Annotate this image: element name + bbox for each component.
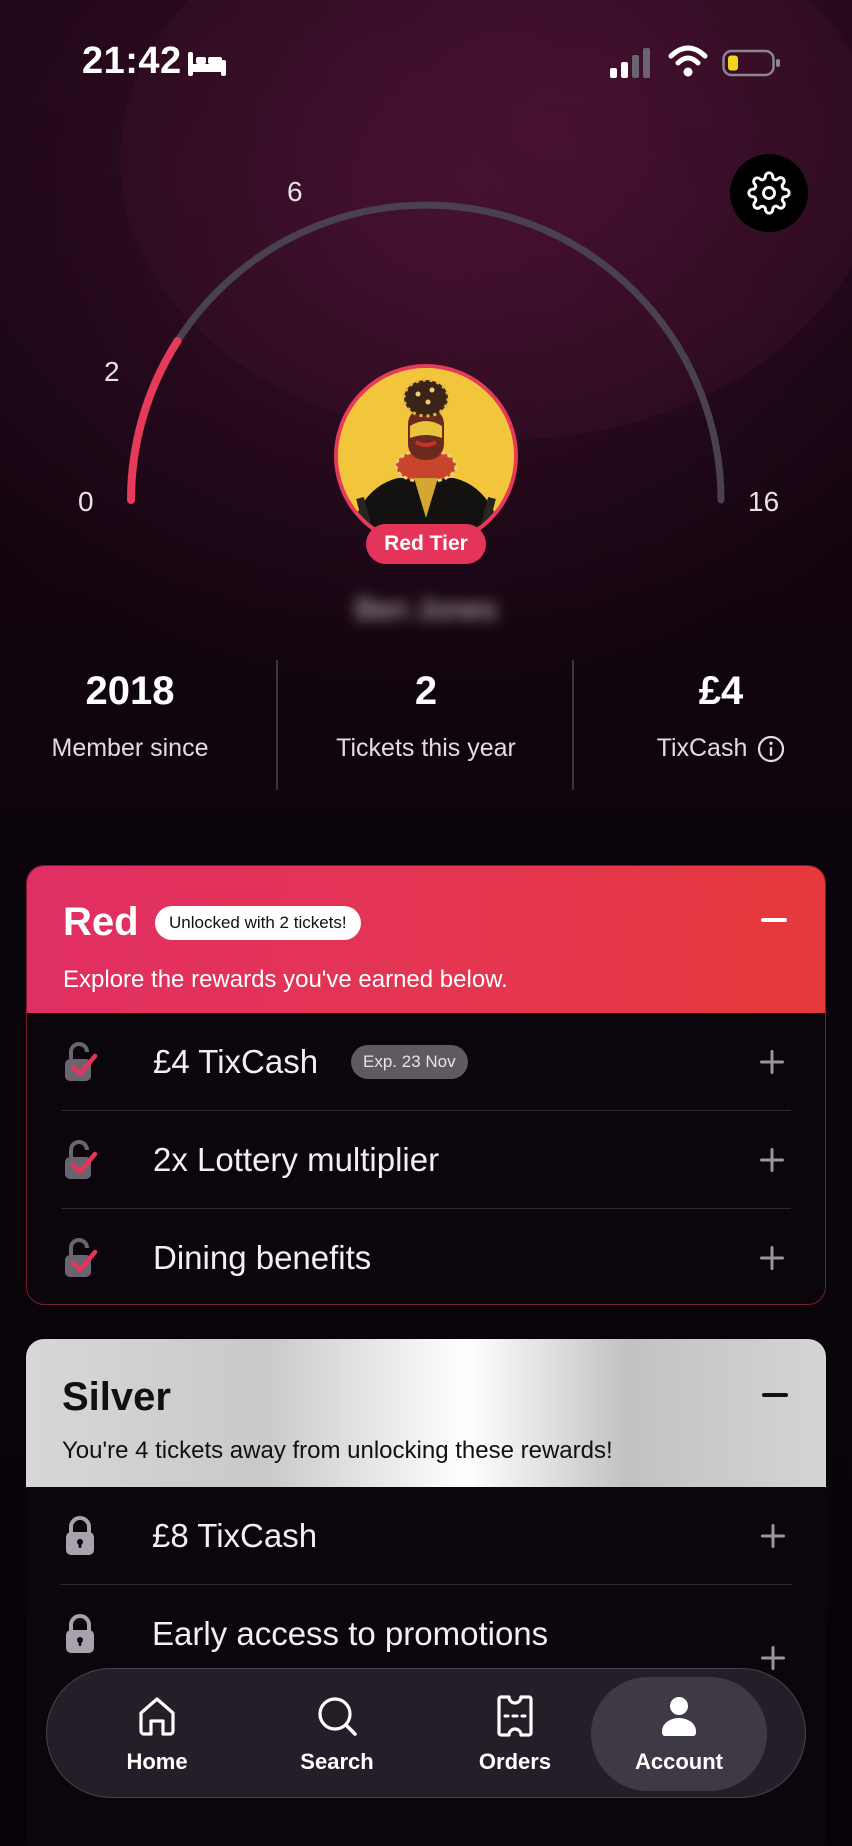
tier-subtitle: Explore the rewards you've earned below. [63, 966, 508, 993]
account-screen: 21:42 0 2 6 16 Red Tier Ben Jones 2018 M… [0, 0, 852, 1846]
stat-tixcash: £4 TixCash [581, 660, 852, 763]
silver-tier-header[interactable]: Silver You're 4 tickets away from unlock… [26, 1339, 826, 1487]
gauge-label-16: 16 [748, 486, 780, 517]
nav-home[interactable]: Home [69, 1677, 245, 1791]
red-tier-header[interactable]: Red Unlocked with 2 tickets! Explore the… [27, 866, 825, 1013]
bottom-nav: Home Search Orders Account [46, 1668, 806, 1798]
reward-row[interactable]: Dining benefits [61, 1209, 791, 1304]
reward-label: £8 TixCash [152, 1517, 318, 1554]
nav-label: Home [126, 1749, 188, 1774]
tier-title: Silver [62, 1375, 171, 1419]
status-bar: 21:42 [0, 0, 852, 120]
unlock-badge: Unlocked with 2 tickets! [155, 906, 361, 940]
stat-divider [572, 660, 574, 790]
gauge-label-6: 6 [287, 176, 303, 207]
tier-title: Red [63, 900, 139, 944]
user-name: Ben Jones [355, 593, 497, 626]
bed-icon [188, 52, 226, 76]
stat-label: Member since [51, 734, 209, 762]
reward-label: £4 TixCash [153, 1043, 319, 1080]
reward-label: Dining benefits [153, 1239, 372, 1276]
plus-icon[interactable] [759, 1049, 785, 1075]
gauge-progress-arc [127, 336, 182, 504]
stats-row: 2018 Member since 2 Tickets this year £4… [0, 660, 852, 790]
plus-icon[interactable] [760, 1645, 786, 1671]
nav-orders[interactable]: Orders [427, 1677, 603, 1791]
unlocked-check-icon [65, 1140, 98, 1179]
stat-value: 2018 [85, 669, 175, 713]
stat-value: 2 [414, 669, 438, 713]
tier-subtitle: You're 4 tickets away from unlocking the… [62, 1437, 613, 1464]
unlocked-check-icon [65, 1238, 98, 1277]
reward-row[interactable]: £8 TixCash [60, 1487, 792, 1585]
nav-label: Account [635, 1749, 723, 1774]
cellular-signal-icon [610, 48, 650, 78]
reward-row[interactable]: £4 TixCash Exp. 23 Nov [61, 1013, 791, 1111]
stat-label: TixCash [656, 734, 748, 762]
wifi-icon [668, 45, 708, 77]
nav-label: Search [300, 1749, 374, 1774]
info-icon[interactable] [757, 735, 785, 763]
collapse-icon[interactable] [762, 1393, 788, 1397]
search-icon [318, 1697, 357, 1736]
stat-member-since: 2018 Member since [0, 660, 270, 763]
ticket-icon [497, 1695, 533, 1737]
battery-icon [722, 49, 780, 77]
status-time: 21:42 [82, 40, 182, 82]
stat-divider [276, 660, 278, 790]
gauge-label-0: 0 [78, 486, 94, 517]
nav-label: Orders [478, 1749, 552, 1774]
expiry-badge: Exp. 23 Nov [351, 1045, 468, 1079]
avatar[interactable] [334, 364, 518, 548]
stat-value: £4 [698, 669, 744, 713]
lock-icon [66, 1614, 94, 1653]
gauge-label-2: 2 [104, 356, 120, 387]
stat-label: Tickets this year [336, 734, 516, 762]
collapse-icon[interactable] [761, 918, 787, 922]
red-tier-card: Red Unlocked with 2 tickets! Explore the… [26, 865, 826, 1305]
plus-icon[interactable] [759, 1245, 785, 1271]
account-icon [662, 1697, 696, 1736]
reward-row[interactable]: 2x Lottery multiplier [61, 1111, 791, 1209]
tier-badge: Red Tier [366, 524, 486, 564]
nav-search[interactable]: Search [249, 1677, 425, 1791]
nav-account[interactable]: Account [591, 1677, 767, 1791]
lock-icon [66, 1516, 94, 1555]
plus-icon[interactable] [760, 1523, 786, 1549]
plus-icon[interactable] [759, 1147, 785, 1173]
avatar-image [338, 368, 514, 544]
home-icon [139, 1697, 175, 1736]
unlocked-check-icon [65, 1042, 98, 1081]
stat-tickets-this-year: 2 Tickets this year [286, 660, 566, 763]
reward-label: Early access to promotions [152, 1615, 549, 1652]
reward-label: 2x Lottery multiplier [153, 1141, 440, 1178]
